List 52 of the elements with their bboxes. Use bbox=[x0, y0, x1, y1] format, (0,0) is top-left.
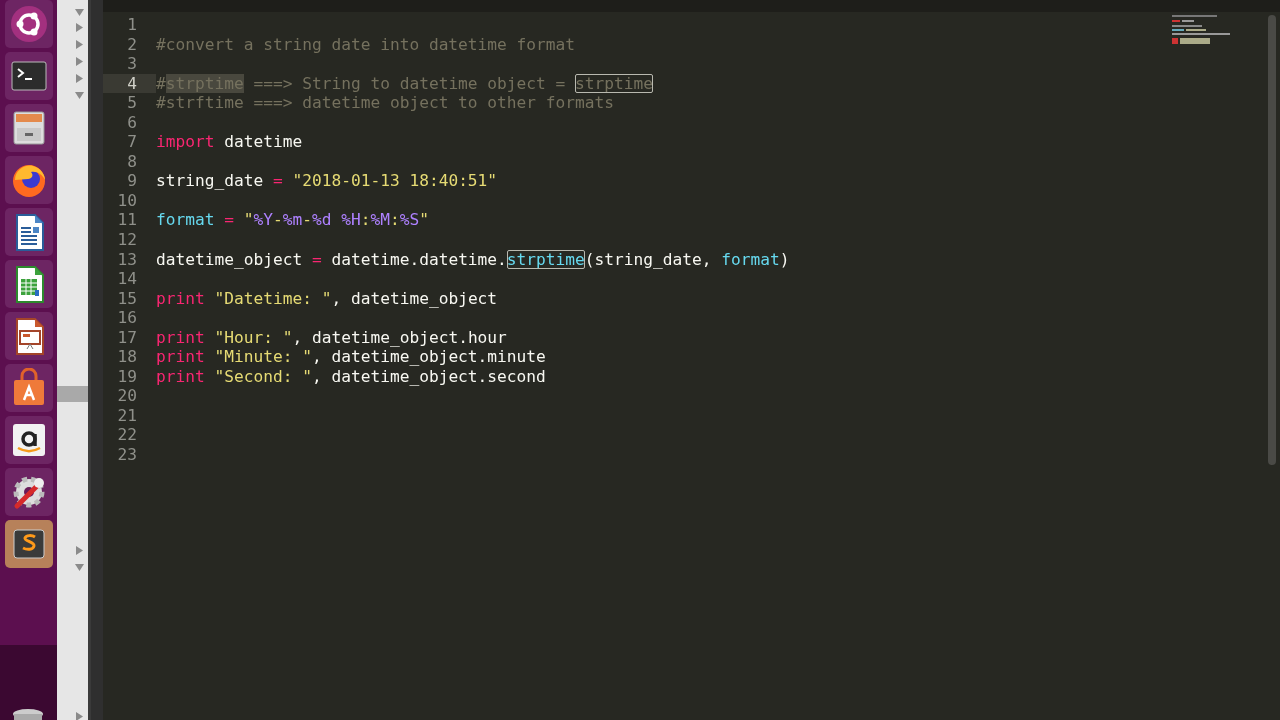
line-number: 5 bbox=[126, 93, 138, 113]
line-number: 22 bbox=[116, 425, 138, 446]
line-number: 3 bbox=[126, 54, 138, 74]
line-number: 2 bbox=[126, 34, 138, 55]
line-number: 23 bbox=[116, 445, 138, 465]
line-number: 14 bbox=[116, 269, 138, 289]
launcher-item[interactable] bbox=[4, 260, 53, 308]
launcher-item[interactable] bbox=[4, 208, 53, 256]
code-line: print "Minute: ", datetime_object.minute bbox=[156, 347, 546, 367]
scrollbar-thumb[interactable] bbox=[1268, 15, 1276, 465]
line-number: 13 bbox=[116, 249, 138, 270]
collapse-arrow-icon[interactable] bbox=[75, 712, 84, 720]
code-line: print "Datetime: ", datetime_object bbox=[156, 288, 498, 309]
launcher-item[interactable] bbox=[4, 416, 53, 464]
collapse-arrow-icon[interactable] bbox=[75, 546, 84, 555]
line-number: 10 bbox=[116, 190, 138, 211]
line-number: 16 bbox=[116, 308, 138, 328]
line-number: 11 bbox=[116, 210, 138, 230]
launcher-item[interactable] bbox=[4, 364, 53, 412]
line-number: 9 bbox=[126, 171, 138, 191]
launcher-item[interactable] bbox=[4, 104, 53, 152]
line-number: 12 bbox=[116, 230, 138, 250]
code-line: format = "%Y-%m-%d %H:%M:%S" bbox=[156, 210, 429, 230]
line-number: 21 bbox=[116, 405, 138, 426]
ubuntu-logo-icon bbox=[8, 4, 49, 44]
expand-arrow-icon[interactable] bbox=[75, 563, 84, 572]
launcher-item[interactable] bbox=[4, 312, 53, 360]
code-line: print "Hour: ", datetime_object.hour bbox=[156, 327, 507, 348]
code-line: string_date = "2018-01-13 18:40:51" bbox=[156, 171, 498, 191]
code-line: import datetime bbox=[156, 132, 303, 152]
code-line: datetime_object = datetime.datetime.strptime(string_date, format) bbox=[156, 249, 790, 270]
launcher-item[interactable] bbox=[4, 0, 53, 48]
code-line: #strftime ===> datetime object to other formats bbox=[156, 93, 615, 113]
launcher-item[interactable] bbox=[4, 520, 53, 568]
line-number: 15 bbox=[116, 288, 138, 309]
line-number: 8 bbox=[126, 151, 138, 172]
line-number: 6 bbox=[126, 112, 138, 133]
expand-arrow-icon[interactable] bbox=[75, 91, 84, 100]
line-number: 20 bbox=[116, 386, 138, 406]
line-number: 18 bbox=[116, 347, 138, 367]
code-line: #strptime ===> String to datetime object = strptime bbox=[156, 73, 654, 94]
line-number: 17 bbox=[116, 327, 138, 348]
code-line: #convert a string date into datetime format bbox=[156, 34, 576, 55]
line-number: 19 bbox=[116, 366, 138, 387]
code-line: print "Second: ", datetime_object.second bbox=[156, 366, 546, 387]
line-number: 4 bbox=[103, 73, 156, 94]
expand-arrow-icon[interactable] bbox=[75, 8, 84, 17]
line-number: 1 bbox=[126, 15, 138, 35]
launcher-item[interactable] bbox=[4, 468, 53, 516]
line-number: 7 bbox=[126, 132, 138, 152]
launcher-item[interactable] bbox=[4, 156, 53, 204]
scrollbar-thumb[interactable] bbox=[57, 386, 88, 402]
